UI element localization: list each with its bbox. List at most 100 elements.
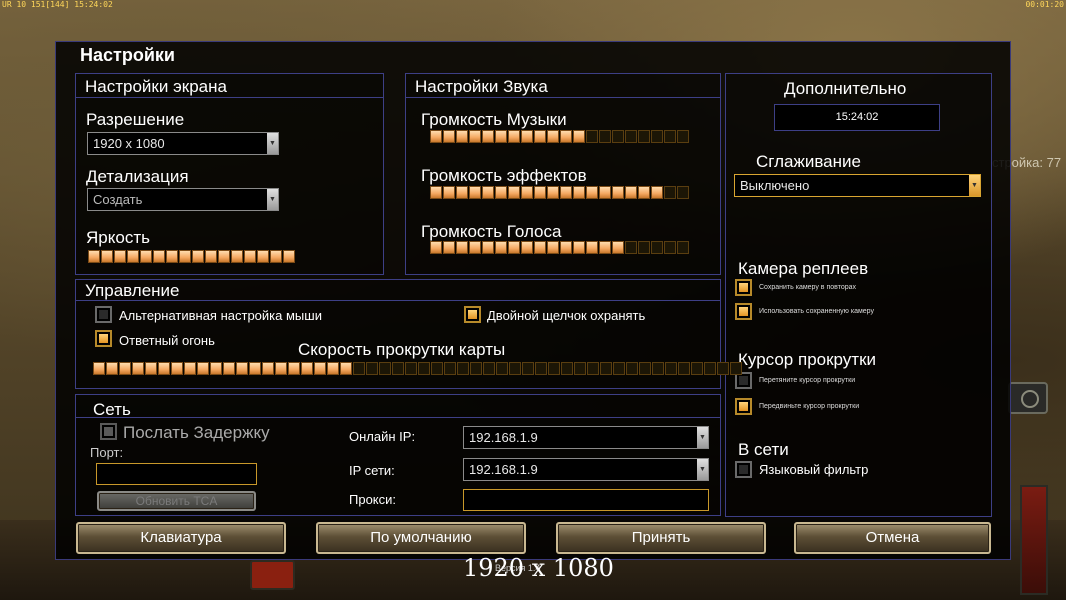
slider-segment[interactable] [612, 241, 624, 254]
slider-segment[interactable] [179, 250, 191, 263]
slider-segment[interactable] [119, 362, 131, 375]
slider-segment[interactable] [430, 130, 442, 143]
slider-segment[interactable] [495, 186, 507, 199]
slider-segment[interactable] [730, 362, 742, 375]
slider-segment[interactable] [327, 362, 339, 375]
language-filter-checkbox[interactable] [735, 461, 752, 478]
slider-segment[interactable] [677, 130, 689, 143]
slider-segment[interactable] [665, 362, 677, 375]
slider-segment[interactable] [101, 250, 113, 263]
slider-segment[interactable] [664, 130, 676, 143]
slider-segment[interactable] [495, 241, 507, 254]
slider-segment[interactable] [257, 250, 269, 263]
double-click-guard-checkbox[interactable] [464, 306, 481, 323]
slider-segment[interactable] [521, 186, 533, 199]
slider-segment[interactable] [535, 362, 547, 375]
slider-segment[interactable] [127, 250, 139, 263]
slider-segment[interactable] [482, 241, 494, 254]
slider-segment[interactable] [158, 362, 170, 375]
slider-segment[interactable] [114, 250, 126, 263]
slider-segment[interactable] [561, 362, 573, 375]
slider-segment[interactable] [652, 362, 664, 375]
slider-segment[interactable] [171, 362, 183, 375]
replay-use-checkbox[interactable] [735, 303, 752, 320]
slider-segment[interactable] [469, 130, 481, 143]
detail-dropdown[interactable]: Создать ▼ [87, 188, 279, 211]
slider-segment[interactable] [430, 241, 442, 254]
slider-segment[interactable] [205, 250, 217, 263]
slider-segment[interactable] [599, 130, 611, 143]
slider-segment[interactable] [444, 362, 456, 375]
slider-segment[interactable] [106, 362, 118, 375]
slider-segment[interactable] [613, 362, 625, 375]
slider-segment[interactable] [626, 362, 638, 375]
slider-segment[interactable] [509, 362, 521, 375]
slider-segment[interactable] [236, 362, 248, 375]
slider-segment[interactable] [599, 241, 611, 254]
slider-segment[interactable] [717, 362, 729, 375]
chevron-down-icon[interactable]: ▼ [697, 427, 708, 448]
slider-segment[interactable] [587, 362, 599, 375]
slider-segment[interactable] [482, 130, 494, 143]
slider-segment[interactable] [560, 186, 572, 199]
slider-segment[interactable] [366, 362, 378, 375]
slider-segment[interactable] [132, 362, 144, 375]
slider-segment[interactable] [456, 130, 468, 143]
slider-segment[interactable] [638, 130, 650, 143]
chevron-down-icon[interactable]: ▼ [267, 133, 278, 154]
slider-segment[interactable] [586, 241, 598, 254]
slider-segment[interactable] [664, 186, 676, 199]
slider-segment[interactable] [184, 362, 196, 375]
slider-segment[interactable] [612, 130, 624, 143]
slider-segment[interactable] [639, 362, 651, 375]
slider-segment[interactable] [599, 186, 611, 199]
slider-segment[interactable] [547, 130, 559, 143]
slider-segment[interactable] [691, 362, 703, 375]
slider-segment[interactable] [275, 362, 287, 375]
slider-segment[interactable] [638, 186, 650, 199]
slider-segment[interactable] [547, 241, 559, 254]
slider-segment[interactable] [340, 362, 352, 375]
slider-segment[interactable] [270, 250, 282, 263]
update-tca-button[interactable]: Обновить TCA [97, 491, 256, 511]
slider-segment[interactable] [379, 362, 391, 375]
slider-segment[interactable] [392, 362, 404, 375]
slider-segment[interactable] [470, 362, 482, 375]
slider-segment[interactable] [430, 186, 442, 199]
antialias-dropdown[interactable]: Выключено ▼ [734, 174, 981, 197]
slider-segment[interactable] [548, 362, 560, 375]
slider-segment[interactable] [638, 241, 650, 254]
slider-segment[interactable] [664, 241, 676, 254]
chevron-down-icon[interactable]: ▼ [267, 189, 278, 210]
slider-segment[interactable] [262, 362, 274, 375]
slider-segment[interactable] [678, 362, 690, 375]
slider-segment[interactable] [586, 186, 598, 199]
accept-button[interactable]: Принять [556, 522, 766, 554]
slider-segment[interactable] [456, 186, 468, 199]
slider-segment[interactable] [496, 362, 508, 375]
chevron-down-icon[interactable]: ▼ [697, 459, 708, 480]
slider-segment[interactable] [244, 250, 256, 263]
slider-segment[interactable] [677, 241, 689, 254]
slider-segment[interactable] [443, 130, 455, 143]
slider-segment[interactable] [153, 250, 165, 263]
slider-segment[interactable] [508, 241, 520, 254]
slider-segment[interactable] [547, 186, 559, 199]
slider-segment[interactable] [249, 362, 261, 375]
lan-ip-dropdown[interactable]: 192.168.1.9 ▼ [463, 458, 709, 481]
slider-segment[interactable] [145, 362, 157, 375]
music-volume-slider[interactable] [430, 130, 689, 143]
slider-segment[interactable] [88, 250, 100, 263]
slider-segment[interactable] [573, 130, 585, 143]
send-delay-checkbox[interactable] [100, 423, 117, 440]
slider-segment[interactable] [560, 241, 572, 254]
brightness-slider[interactable] [88, 250, 295, 263]
slider-segment[interactable] [521, 241, 533, 254]
slider-segment[interactable] [231, 250, 243, 263]
slider-segment[interactable] [456, 241, 468, 254]
slider-segment[interactable] [508, 130, 520, 143]
slider-segment[interactable] [574, 362, 586, 375]
slider-segment[interactable] [197, 362, 209, 375]
slider-segment[interactable] [483, 362, 495, 375]
slider-segment[interactable] [651, 241, 663, 254]
